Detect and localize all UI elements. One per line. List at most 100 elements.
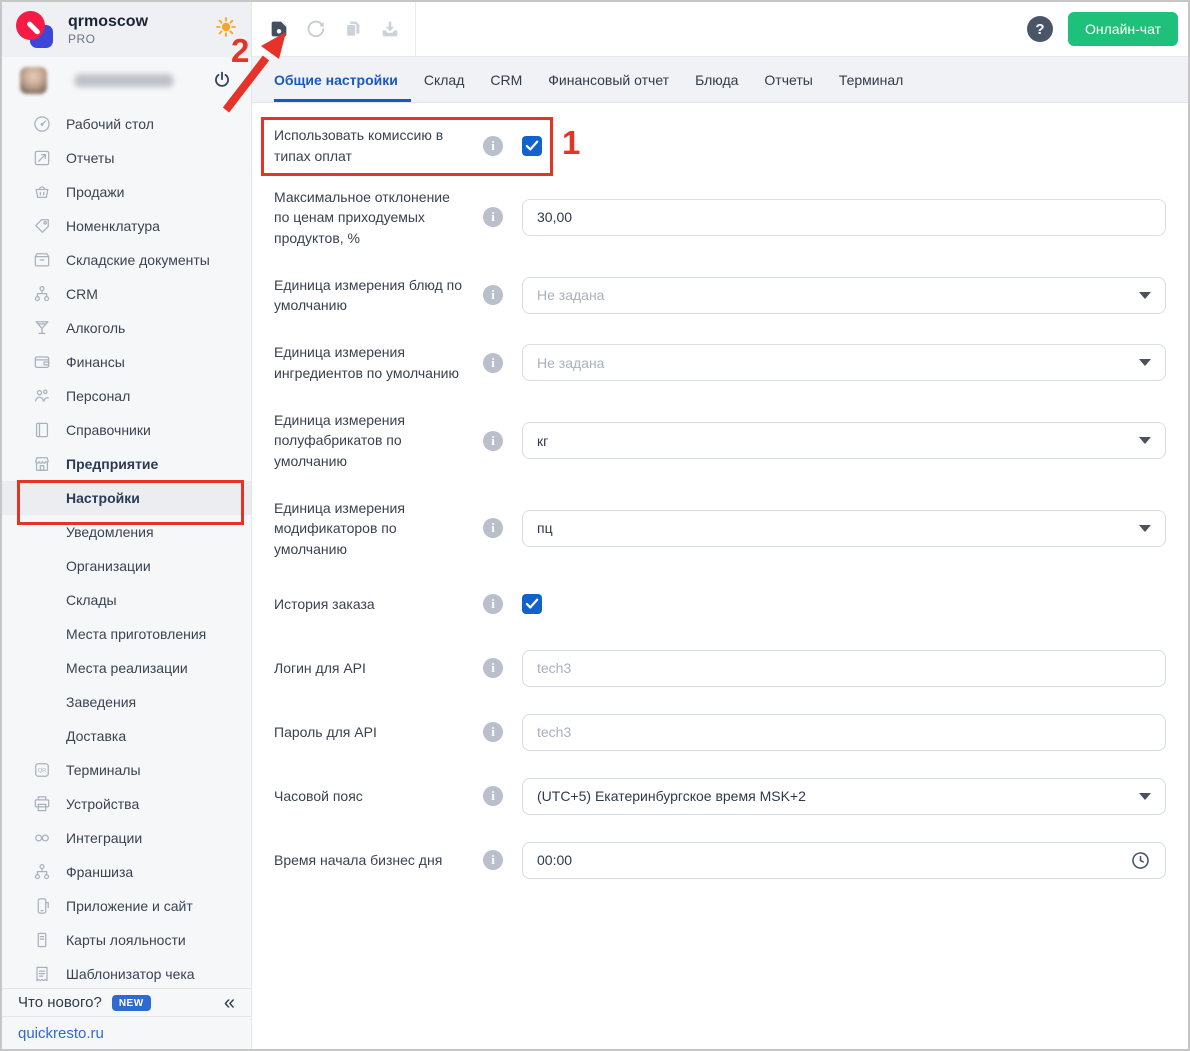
tab-warehouse[interactable]: Склад <box>411 57 478 102</box>
sidebar-subitem-cooking-places[interactable]: Места приготовления <box>2 617 251 651</box>
logout-power-icon[interactable] <box>211 69 233 91</box>
user-row <box>2 57 251 103</box>
sidebar-item-nomenclature[interactable]: Номенклатура <box>2 209 251 243</box>
whats-new-row[interactable]: Что нового? NEW « <box>2 988 251 1016</box>
sidebar-item-directories[interactable]: Справочники <box>2 413 251 447</box>
field-api-password <box>522 714 1166 751</box>
sidebar-item-label: Алкоголь <box>66 320 125 336</box>
input-max-deviation[interactable] <box>537 209 1151 225</box>
tab-crm[interactable]: CRM <box>477 57 535 102</box>
select-unit-dishes[interactable]: Не задана <box>522 277 1166 314</box>
input-api-login[interactable] <box>537 660 1151 676</box>
sidebar-subitem-venues[interactable]: Заведения <box>2 685 251 719</box>
sidebar-item-label: Отчеты <box>66 150 114 166</box>
select-value: кг <box>537 433 548 449</box>
sidebar-subitem-warehouses[interactable]: Склады <box>2 583 251 617</box>
sidebar-item-desktop[interactable]: Рабочий стол <box>2 107 251 141</box>
hierarchy-icon <box>32 862 52 882</box>
sidebar-item-warehouse-docs[interactable]: Складские документы <box>2 243 251 277</box>
sidebar-item-label: Номенклатура <box>66 218 160 234</box>
info-icon[interactable]: i <box>483 431 503 451</box>
sidebar-item-integrations[interactable]: Интеграции <box>2 821 251 855</box>
info-icon[interactable]: i <box>483 136 503 156</box>
sidebar-item-sales[interactable]: Продажи <box>2 175 251 209</box>
sidebar-item-terminals[interactable]: QRТерминалы <box>2 753 251 787</box>
info-icon[interactable]: i <box>483 850 503 870</box>
info-icon[interactable]: i <box>483 786 503 806</box>
chevron-down-icon <box>1139 525 1151 532</box>
sidebar-item-staff[interactable]: Персонал <box>2 379 251 413</box>
copy-button[interactable] <box>342 18 364 40</box>
field-label-order-history: История заказа <box>274 594 464 614</box>
sidebar-item-reports[interactable]: Отчеты <box>2 141 251 175</box>
field-label-api-password: Пароль для API <box>274 722 464 742</box>
checkbox-order-history[interactable] <box>522 594 542 614</box>
sidebar-footer: Что нового? NEW « quickresto.ru <box>2 988 251 1049</box>
select-unit-ingredients[interactable]: Не задана <box>522 344 1166 381</box>
sidebar-item-franchise[interactable]: Франшиза <box>2 855 251 889</box>
info-icon[interactable]: i <box>483 285 503 305</box>
tab-reports[interactable]: Отчеты <box>751 57 825 102</box>
help-icon[interactable]: ? <box>1027 16 1053 42</box>
sidebar-item-label: Карты лояльности <box>66 932 186 948</box>
desktop-icon <box>32 114 52 134</box>
info-icon[interactable]: i <box>483 594 503 614</box>
sidebar-subitem-settings[interactable]: Настройки <box>2 481 251 515</box>
select-timezone[interactable]: (UTC+5) Екатеринбургское время MSK+2 <box>522 778 1166 815</box>
card-icon <box>32 930 52 950</box>
sidebar-subitem-organizations[interactable]: Организации <box>2 549 251 583</box>
online-chat-button[interactable]: Онлайн-чат <box>1068 12 1178 46</box>
collapse-sidebar-icon[interactable]: « <box>224 993 235 1013</box>
select-value: пц <box>537 520 553 536</box>
sidebar-item-finance[interactable]: Финансы <box>2 345 251 379</box>
site-link[interactable]: quickresto.ru <box>18 1025 104 1042</box>
wallet-icon <box>32 352 52 372</box>
printer-icon <box>32 794 52 814</box>
sidebar-item-app-and-site[interactable]: Приложение и сайт <box>2 889 251 923</box>
info-icon[interactable]: i <box>483 353 503 373</box>
cocktail-icon <box>32 318 52 338</box>
tag-icon <box>32 216 52 236</box>
field-label-use-commission: Использовать комиссию в типах оплат <box>274 125 464 166</box>
input-business-day-start[interactable] <box>537 852 1130 868</box>
sidebar-subitem-notifications[interactable]: Уведомления <box>2 515 251 549</box>
sidebar-item-label: Шаблонизатор чека <box>66 966 195 982</box>
avatar[interactable] <box>20 67 47 94</box>
tab-dishes[interactable]: Блюда <box>682 57 751 102</box>
tab-terminal[interactable]: Терминал <box>826 57 916 102</box>
tab-financial-report[interactable]: Финансовый отчет <box>535 57 682 102</box>
form-row-api-login: Логин для APIi <box>274 650 1166 687</box>
input-api-password[interactable] <box>537 724 1151 740</box>
refresh-button[interactable] <box>305 18 327 40</box>
annotation-digit-2: 2 <box>231 32 249 70</box>
select-value: (UTC+5) Екатеринбургское время MSK+2 <box>537 788 806 804</box>
sidebar-item-alcohol[interactable]: Алкоголь <box>2 311 251 345</box>
form-row-use-commission: Использовать комиссию в типах оплат i <box>274 119 1166 172</box>
save-button[interactable] <box>268 18 290 40</box>
sidebar-item-receipt-template[interactable]: Шаблонизатор чека <box>2 957 251 991</box>
info-icon[interactable]: i <box>483 518 503 538</box>
sidebar-item-enterprise[interactable]: Предприятие <box>2 447 251 481</box>
info-icon[interactable]: i <box>483 722 503 742</box>
sidebar-item-crm[interactable]: CRM <box>2 277 251 311</box>
logo-row: qrmoscow PRO <box>2 2 251 57</box>
tab-general-settings[interactable]: Общие настройки <box>274 57 411 102</box>
select-unit-modifiers[interactable]: пц <box>522 510 1166 547</box>
clock-icon[interactable] <box>1130 850 1151 871</box>
sidebar-subitem-sale-points[interactable]: Места реализации <box>2 651 251 685</box>
box-icon <box>32 250 52 270</box>
field-business-day-start <box>522 842 1166 879</box>
sidebar-item-label: Предприятие <box>66 456 158 472</box>
checkbox-use-commission[interactable] <box>522 136 542 156</box>
info-icon[interactable]: i <box>483 207 503 227</box>
sidebar-subitem-delivery[interactable]: Доставка <box>2 719 251 753</box>
app-window: qrmoscow PRO Рабочий стол Отчеты Продажи Но… <box>0 0 1190 1051</box>
sidebar-item-loyalty-cards[interactable]: Карты лояльности <box>2 923 251 957</box>
sidebar-item-devices[interactable]: Устройства <box>2 787 251 821</box>
download-button[interactable] <box>379 18 401 40</box>
field-label-unit-dishes: Единица измерения блюд по умолчанию <box>274 275 464 316</box>
toolbar: ? Онлайн-чат <box>252 2 1188 57</box>
storefront-icon <box>32 454 52 474</box>
select-unit-semifinished[interactable]: кг <box>522 422 1166 459</box>
info-icon[interactable]: i <box>483 658 503 678</box>
